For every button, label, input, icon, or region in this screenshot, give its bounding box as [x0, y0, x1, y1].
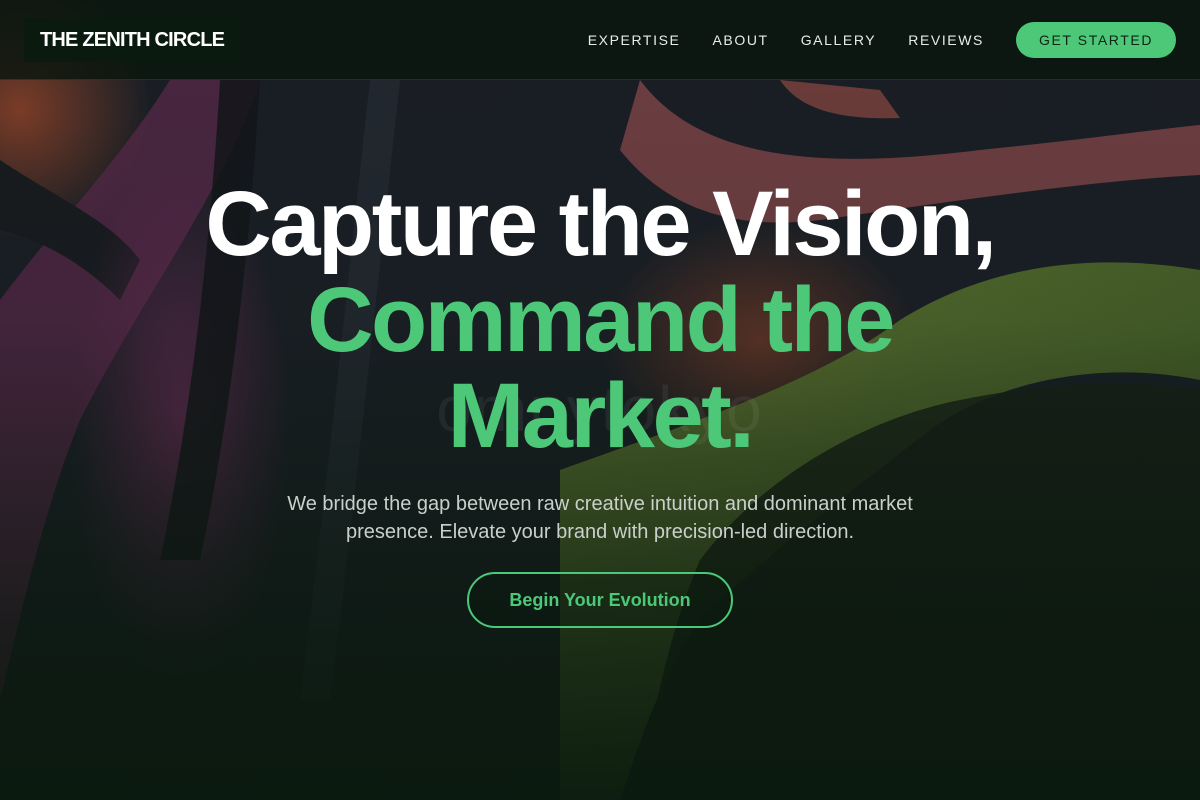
hero-headline: Capture the Vision, Command the Market.	[0, 176, 1200, 464]
nav-link-expertise[interactable]: EXPERTISE	[588, 32, 681, 48]
headline-line-2: Command the	[307, 269, 895, 371]
landing-page: omnytokyo THE ZENITH CIRCLE EXPERTISE AB…	[0, 0, 1200, 800]
nav-link-gallery[interactable]: GALLERY	[801, 32, 877, 48]
hero-subheadline: We bridge the gap between raw creative i…	[287, 493, 913, 543]
begin-evolution-button[interactable]: Begin Your Evolution	[467, 572, 733, 628]
nav-links: EXPERTISE ABOUT GALLERY REVIEWS	[588, 0, 984, 80]
nav-link-about[interactable]: ABOUT	[712, 32, 768, 48]
top-navigation-bar: THE ZENITH CIRCLE EXPERTISE ABOUT GALLER…	[0, 0, 1200, 80]
nav-link-reviews[interactable]: REVIEWS	[908, 32, 984, 48]
hero-section: Capture the Vision, Command the Market. …	[0, 176, 1200, 628]
brand-logo[interactable]: THE ZENITH CIRCLE	[24, 18, 241, 62]
headline-line-1: Capture the Vision,	[205, 173, 997, 275]
get-started-button[interactable]: GET STARTED	[1016, 22, 1176, 58]
headline-line-3: Market.	[447, 365, 755, 467]
